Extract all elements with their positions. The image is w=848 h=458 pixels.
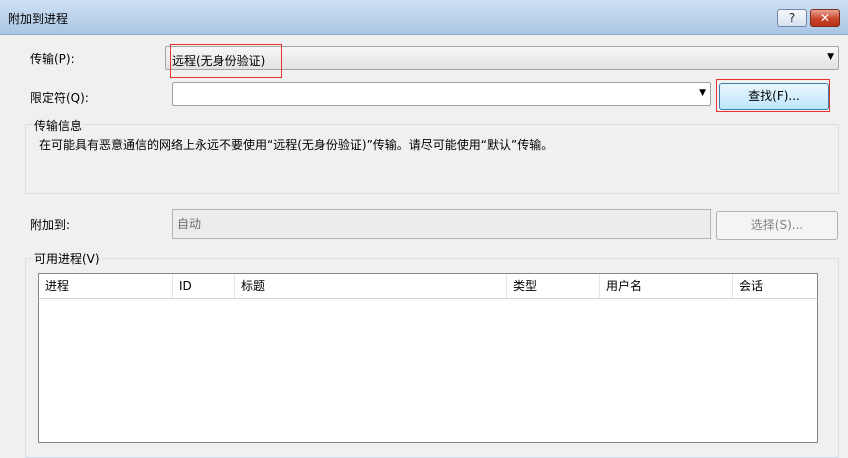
close-button[interactable]: ✕ (810, 9, 840, 27)
column-header-title[interactable]: 标题 (235, 274, 507, 298)
column-header-type[interactable]: 类型 (507, 274, 600, 298)
window-title: 附加到进程 (8, 12, 69, 26)
column-header-session[interactable]: 会话 (733, 274, 817, 298)
title-bar: 附加到进程 ? ✕ (0, 0, 848, 35)
transport-info-group (25, 124, 839, 194)
transport-highlight-box (170, 44, 282, 78)
available-processes-title: 可用进程(V) (32, 250, 102, 267)
chevron-down-icon: ▼ (827, 52, 834, 62)
help-button[interactable]: ? (777, 9, 807, 27)
column-header-id[interactable]: ID (173, 274, 235, 298)
chevron-down-icon: ▼ (699, 88, 706, 98)
attach-to-field: 自动 (172, 209, 711, 239)
qualifier-label: 限定符(Q): (30, 91, 89, 105)
transport-info-title: 传输信息 (32, 117, 85, 134)
column-header-process[interactable]: 进程 (39, 274, 173, 298)
process-list-header: 进程 ID 标题 类型 用户名 会话 (39, 274, 817, 299)
transport-info-text: 在可能具有恶意通信的网络上永远不要使用“远程(无身份验证)”传输。请尽可能使用“… (39, 138, 554, 152)
attach-to-value: 自动 (177, 217, 202, 231)
qualifier-combobox[interactable]: ▼ (172, 82, 711, 106)
find-highlight-box (716, 79, 830, 112)
process-list[interactable]: 进程 ID 标题 类型 用户名 会话 (38, 273, 818, 443)
transport-label: 传输(P): (30, 52, 75, 66)
column-header-username[interactable]: 用户名 (600, 274, 733, 298)
attach-to-label: 附加到: (30, 218, 71, 232)
select-button[interactable]: 选择(S)... (716, 211, 838, 240)
